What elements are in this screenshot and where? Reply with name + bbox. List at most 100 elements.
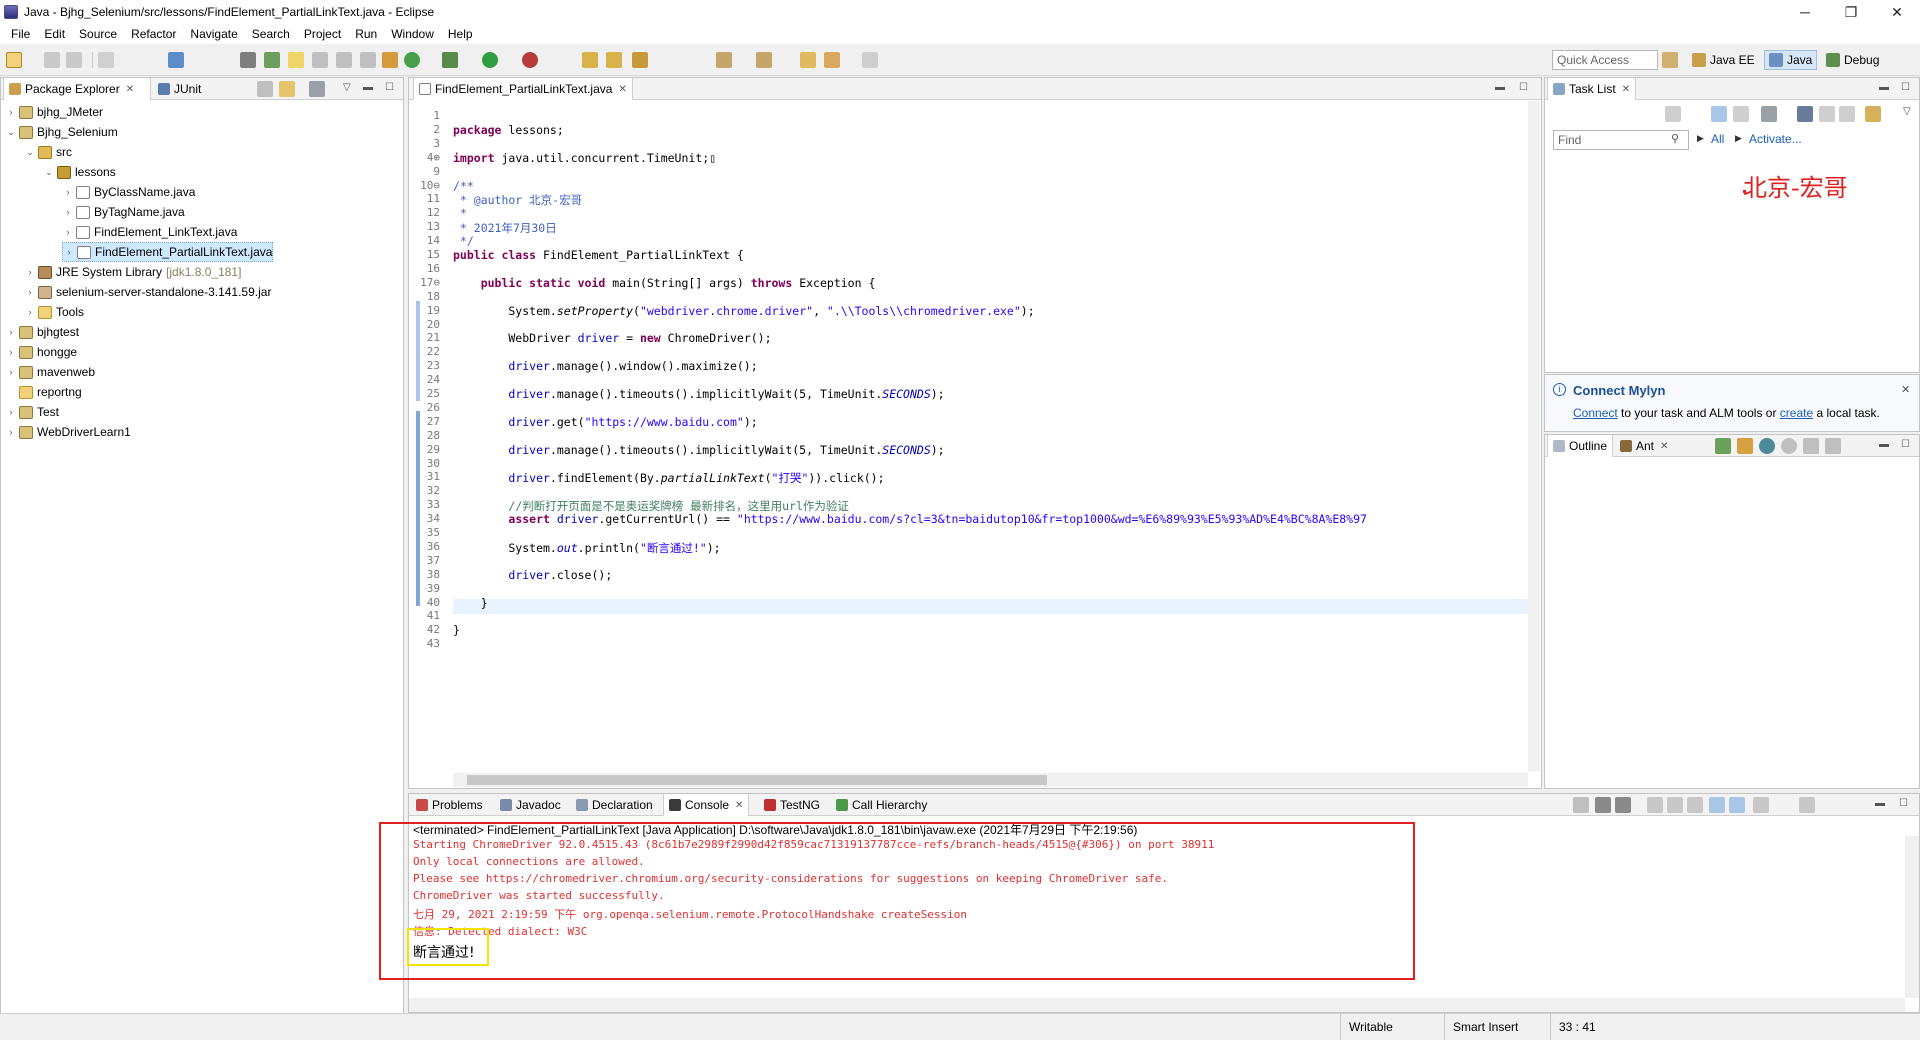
chevron-right-icon[interactable]: › (62, 227, 74, 237)
chevron-right-icon[interactable]: › (5, 407, 17, 417)
perspective-java[interactable]: Java (1764, 50, 1818, 70)
skip-breakpoints-icon[interactable] (240, 52, 256, 68)
tab-console[interactable]: Console ✕ (663, 794, 750, 816)
tree-item[interactable]: › hongge (5, 342, 78, 362)
word-wrap-icon[interactable] (1667, 797, 1683, 813)
code-area[interactable]: 1 2 package lessons; 3 4⊕ import java.util.co… (410, 101, 1540, 787)
view-menu-icon[interactable]: ▽ (343, 82, 351, 93)
tree-item[interactable]: › bjhg_JMeter (5, 102, 104, 122)
code-line[interactable]: driver.findElement(By.partialLinkText("打… (453, 470, 884, 486)
view-menu-icon[interactable]: ▽ (1903, 106, 1911, 117)
menu-window[interactable]: Window (384, 27, 441, 41)
create-link[interactable]: create (1780, 406, 1813, 420)
close-icon[interactable]: ✕ (1901, 383, 1910, 396)
minimize-button[interactable]: ─ (1782, 0, 1828, 24)
tree-item[interactable]: › FindElement_LinkText.java (62, 222, 238, 242)
pilcrow-icon[interactable] (360, 52, 376, 68)
tree-item[interactable]: › WebDriverLearn1 (5, 422, 131, 442)
maximize-view-icon[interactable]: ☐ (1901, 82, 1910, 93)
tab-problems[interactable]: Problems (411, 794, 488, 816)
editor-tab-file[interactable]: FindElement_PartialLinkText.java ✕ (413, 78, 633, 100)
menu-edit[interactable]: Edit (37, 27, 72, 41)
chevron-right-icon[interactable]: › (63, 247, 75, 257)
synchronize-icon[interactable] (1865, 106, 1881, 122)
new-task-icon[interactable] (1665, 106, 1681, 122)
tab-junit[interactable]: JUnit (153, 78, 206, 100)
show-stdout-icon[interactable] (1729, 797, 1745, 813)
code-line[interactable]: WebDriver driver = new ChromeDriver(); (453, 331, 771, 345)
show-whitespace-icon[interactable] (336, 52, 352, 68)
connect-link[interactable]: Connect (1573, 406, 1618, 420)
menu-run[interactable]: Run (348, 27, 384, 41)
chevron-down-icon[interactable]: ⌄ (43, 167, 55, 178)
terminal-icon[interactable] (168, 52, 184, 68)
code-line[interactable]: } (453, 623, 460, 637)
link-with-editor-icon[interactable] (279, 81, 295, 97)
scheduled-icon[interactable] (1733, 106, 1749, 122)
code-line[interactable]: driver.get("https://www.baidu.com"); (453, 415, 757, 429)
code-line[interactable]: System.setProperty("webdriver.chrome.dri… (453, 304, 1034, 318)
tab-task-list[interactable]: Task List ✕ (1547, 78, 1637, 100)
code-line[interactable]: package lessons; (453, 123, 564, 137)
tree-item[interactable]: › Test (5, 402, 60, 422)
menu-project[interactable]: Project (297, 27, 348, 41)
task-find-input[interactable]: Find (1553, 130, 1689, 150)
tree-item[interactable]: › ByClassName.java (62, 182, 196, 202)
scroll-thumb[interactable] (467, 775, 1047, 785)
editor-vertical-scrollbar[interactable] (1528, 101, 1540, 771)
open-perspective-icon[interactable] (1662, 52, 1678, 68)
minimize-view-icon[interactable]: ▬ (1495, 82, 1505, 93)
chevron-right-icon[interactable]: › (24, 267, 36, 277)
remove-launch-icon[interactable] (1595, 797, 1611, 813)
code-line[interactable]: } (453, 596, 488, 610)
last-edit-icon[interactable] (800, 52, 816, 68)
maximize-view-icon[interactable]: ☐ (1519, 82, 1528, 93)
console-horizontal-scrollbar[interactable] (409, 998, 1905, 1012)
chevron-right-icon[interactable]: › (5, 367, 17, 377)
code-line[interactable]: driver.close(); (453, 568, 612, 582)
close-icon[interactable]: ✕ (126, 84, 134, 95)
open-task-icon[interactable] (606, 52, 622, 68)
forward-icon[interactable] (862, 52, 878, 68)
next-annotation-icon[interactable] (716, 52, 732, 68)
run-icon[interactable] (482, 52, 498, 68)
categorized-icon[interactable] (1711, 106, 1727, 122)
tab-package-explorer[interactable]: Package Explorer ✕ (3, 78, 151, 100)
chevron-right-icon[interactable]: › (24, 307, 36, 317)
tree-item[interactable]: ⌄ src (24, 142, 72, 162)
terminate-icon[interactable] (1573, 797, 1589, 813)
editor-horizontal-scrollbar[interactable] (453, 773, 1528, 787)
collapse-all-icon[interactable] (257, 81, 273, 97)
print-icon[interactable] (98, 52, 114, 68)
minimize-view-icon[interactable]: ▬ (363, 82, 373, 93)
menu-navigate[interactable]: Navigate (183, 27, 244, 41)
code-line[interactable]: */ (453, 234, 474, 248)
toggle-icon[interactable] (264, 52, 280, 68)
perspective-java-ee[interactable]: Java EE (1688, 50, 1759, 70)
focus-icon[interactable] (1761, 106, 1777, 122)
perspective-debug[interactable]: Debug (1822, 50, 1883, 70)
console-vertical-scrollbar[interactable] (1905, 836, 1919, 998)
menu-file[interactable]: File (4, 27, 37, 41)
chevron-right-icon[interactable]: › (5, 427, 17, 437)
code-line[interactable]: System.out.println("断言通过!"); (453, 540, 720, 556)
external-tools-icon[interactable] (522, 52, 538, 68)
search-buildfile-icon[interactable] (1737, 438, 1753, 454)
remove-all-icon[interactable] (1825, 438, 1841, 454)
menu-refactor[interactable]: Refactor (124, 27, 183, 41)
code-line[interactable]: public class FindElement_PartialLinkText… (453, 248, 744, 262)
close-icon[interactable]: ✕ (1622, 84, 1630, 95)
chevron-right-icon[interactable]: › (62, 187, 74, 197)
pin-console-icon[interactable] (1709, 797, 1725, 813)
chevron-right-icon[interactable]: › (62, 207, 74, 217)
close-window-button[interactable]: ✕ (1874, 0, 1920, 24)
tree-item[interactable]: › selenium-server-standalone-3.141.59.jar (24, 282, 272, 302)
minimize-view-icon[interactable]: ▬ (1879, 82, 1889, 93)
code-line[interactable]: assert driver.getCurrentUrl() == "https:… (453, 512, 1367, 526)
mark-occurrences-icon[interactable] (288, 52, 304, 68)
tree-item[interactable]: › FindElement_PartialLinkText.java (62, 242, 274, 262)
remove-icon[interactable] (1803, 438, 1819, 454)
chevron-right-icon[interactable]: › (5, 107, 17, 117)
code-line[interactable]: driver.manage().timeouts().implicitlyWai… (453, 443, 944, 457)
tab-declaration[interactable]: Declaration (571, 794, 658, 816)
